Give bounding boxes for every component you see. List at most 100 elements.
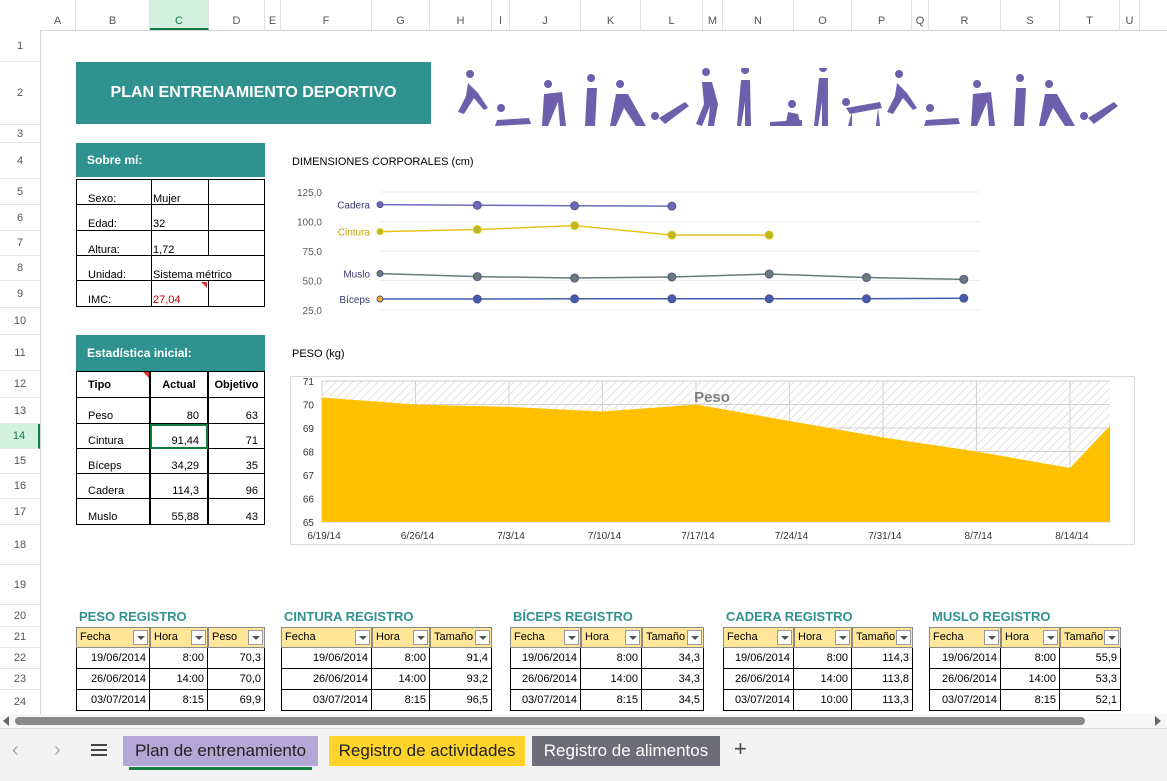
register-cell[interactable]: 34,3 xyxy=(642,669,704,690)
chevron-down-icon[interactable] xyxy=(1104,630,1119,645)
column-header-K[interactable]: K xyxy=(581,0,641,30)
register-cell[interactable]: 70,3 xyxy=(208,648,265,669)
chevron-right-icon[interactable]: › xyxy=(54,739,61,762)
column-header-E[interactable]: E xyxy=(265,0,281,30)
register-cell[interactable]: 34,5 xyxy=(642,690,704,711)
column-header-G[interactable]: G xyxy=(372,0,430,30)
row-header-17[interactable]: 17 xyxy=(0,499,40,525)
register-cell[interactable]: 52,1 xyxy=(1060,690,1121,711)
row-header-8[interactable]: 8 xyxy=(0,256,40,281)
chevron-down-icon[interactable] xyxy=(564,630,579,645)
column-header-S[interactable]: S xyxy=(1001,0,1060,30)
column-header-H[interactable]: H xyxy=(430,0,492,30)
register-cell[interactable]: 8:15 xyxy=(581,690,642,711)
column-header-U[interactable]: U xyxy=(1120,0,1140,30)
register-cell[interactable]: 8:15 xyxy=(1001,690,1060,711)
column-header-D[interactable]: D xyxy=(209,0,265,30)
row-header-18[interactable]: 18 xyxy=(0,525,40,565)
row-header-4[interactable]: 4 xyxy=(0,143,40,179)
register-cell[interactable]: 69,9 xyxy=(208,690,265,711)
register-cell[interactable]: 113,3 xyxy=(852,690,913,711)
column-header-J[interactable]: J xyxy=(510,0,581,30)
register-cell[interactable]: 19/06/2014 xyxy=(723,648,794,669)
register-cell[interactable]: 91,4 xyxy=(430,648,492,669)
row-header-15[interactable]: 15 xyxy=(0,449,40,474)
register-cell[interactable]: 26/06/2014 xyxy=(281,669,372,690)
register-cell[interactable]: 8:00 xyxy=(150,648,208,669)
register-cell[interactable]: 03/07/2014 xyxy=(510,690,581,711)
register-cell[interactable]: 10:00 xyxy=(794,690,852,711)
register-cell[interactable]: 03/07/2014 xyxy=(76,690,150,711)
column-header-F[interactable]: F xyxy=(281,0,372,30)
register-cell[interactable]: 55,9 xyxy=(1060,648,1121,669)
column-header-R[interactable]: R xyxy=(929,0,1001,30)
register-cell[interactable]: 03/07/2014 xyxy=(723,690,794,711)
chevron-down-icon[interactable] xyxy=(625,630,640,645)
register-cell[interactable]: 96,5 xyxy=(430,690,492,711)
chevron-down-icon[interactable] xyxy=(355,630,370,645)
register-cell[interactable]: 8:00 xyxy=(1001,648,1060,669)
chevron-down-icon[interactable] xyxy=(191,630,206,645)
row-header-21[interactable]: 21 xyxy=(0,627,40,648)
hamburger-icon[interactable] xyxy=(91,744,107,756)
register-cell[interactable]: 19/06/2014 xyxy=(929,648,1001,669)
column-header-P[interactable]: P xyxy=(852,0,912,30)
sheet-tab[interactable]: Plan de entrenamiento xyxy=(123,736,318,766)
row-header-10[interactable]: 10 xyxy=(0,308,40,335)
register-cell[interactable]: 53,3 xyxy=(1060,669,1121,690)
column-header-O[interactable]: O xyxy=(794,0,852,30)
scroll-right-arrow[interactable] xyxy=(1155,716,1161,726)
chevron-left-icon[interactable]: ‹ xyxy=(12,739,19,762)
row-header-16[interactable]: 16 xyxy=(0,474,40,499)
register-cell[interactable]: 14:00 xyxy=(581,669,642,690)
register-cell[interactable]: 14:00 xyxy=(1001,669,1060,690)
register-cell[interactable]: 113,8 xyxy=(852,669,913,690)
register-cell[interactable]: 93,2 xyxy=(430,669,492,690)
register-cell[interactable]: 14:00 xyxy=(794,669,852,690)
chevron-down-icon[interactable] xyxy=(777,630,792,645)
chevron-down-icon[interactable] xyxy=(133,630,148,645)
scroll-left-arrow[interactable] xyxy=(3,716,9,726)
column-header-I[interactable]: I xyxy=(492,0,510,30)
register-cell[interactable]: 19/06/2014 xyxy=(76,648,150,669)
column-header-N[interactable]: N xyxy=(723,0,794,30)
row-header-23[interactable]: 23 xyxy=(0,669,40,690)
row-header-22[interactable]: 22 xyxy=(0,648,40,669)
row-header-13[interactable]: 13 xyxy=(0,398,40,424)
register-cell[interactable]: 8:00 xyxy=(372,648,430,669)
chevron-down-icon[interactable] xyxy=(687,630,702,645)
column-header-M[interactable]: M xyxy=(703,0,723,30)
row-header-5[interactable]: 5 xyxy=(0,179,40,205)
row-header-11[interactable]: 11 xyxy=(0,335,40,371)
register-cell[interactable]: 26/06/2014 xyxy=(510,669,581,690)
row-header-9[interactable]: 9 xyxy=(0,281,40,308)
scrollbar-thumb[interactable] xyxy=(15,717,1085,725)
row-header-3[interactable]: 3 xyxy=(0,125,40,143)
register-cell[interactable]: 8:15 xyxy=(372,690,430,711)
column-header-C[interactable]: C xyxy=(150,0,209,30)
register-cell[interactable]: 8:15 xyxy=(150,690,208,711)
horizontal-scrollbar[interactable] xyxy=(0,714,1167,728)
register-cell[interactable]: 8:00 xyxy=(581,648,642,669)
row-header-20[interactable]: 20 xyxy=(0,605,40,627)
row-header-1[interactable]: 1 xyxy=(0,30,40,62)
register-cell[interactable]: 26/06/2014 xyxy=(723,669,794,690)
register-cell[interactable]: 14:00 xyxy=(372,669,430,690)
register-cell[interactable]: 03/07/2014 xyxy=(281,690,372,711)
column-header-A[interactable]: A xyxy=(40,0,76,30)
row-header-24[interactable]: 24 xyxy=(0,690,40,715)
chevron-down-icon[interactable] xyxy=(475,630,490,645)
column-header-Q[interactable]: Q xyxy=(912,0,929,30)
row-header-6[interactable]: 6 xyxy=(0,205,40,231)
chevron-down-icon[interactable] xyxy=(413,630,428,645)
row-header-12[interactable]: 12 xyxy=(0,371,40,398)
register-cell[interactable]: 19/06/2014 xyxy=(510,648,581,669)
row-header-14[interactable]: 14 xyxy=(0,424,40,449)
plus-icon[interactable]: + xyxy=(734,736,747,762)
column-header-L[interactable]: L xyxy=(641,0,703,30)
chevron-down-icon[interactable] xyxy=(896,630,911,645)
row-header-7[interactable]: 7 xyxy=(0,231,40,256)
row-header-19[interactable]: 19 xyxy=(0,565,40,605)
register-cell[interactable]: 114,3 xyxy=(852,648,913,669)
register-cell[interactable]: 34,3 xyxy=(642,648,704,669)
